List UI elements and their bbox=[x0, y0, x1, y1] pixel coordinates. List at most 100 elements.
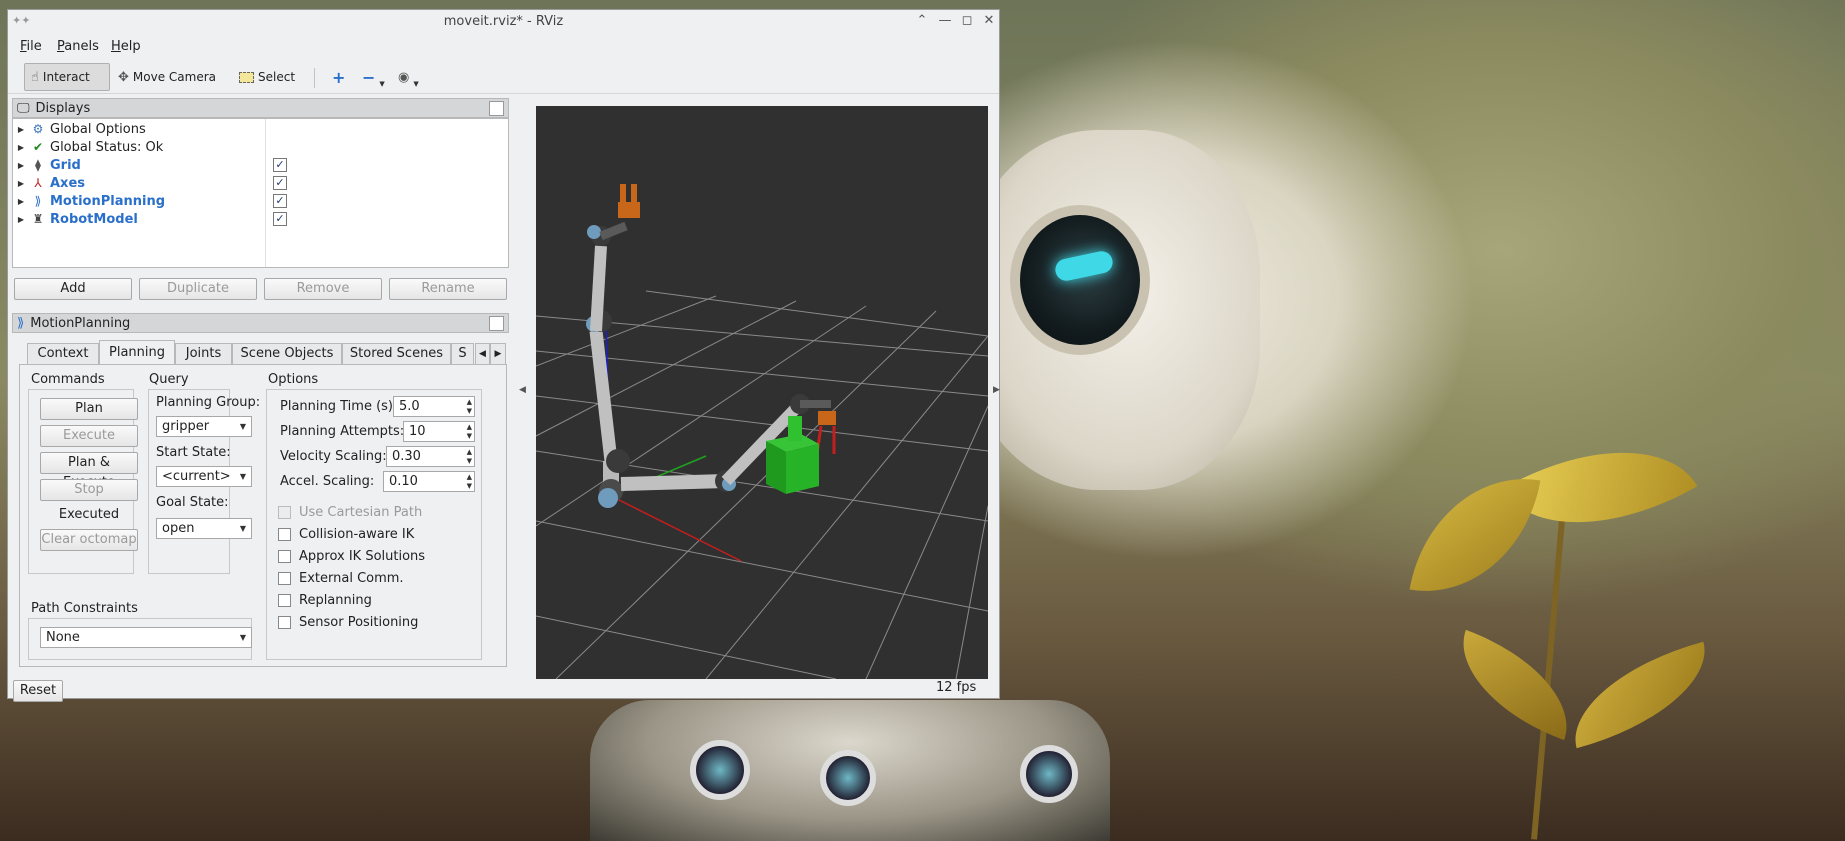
tab-joints[interactable]: Joints bbox=[175, 343, 232, 365]
tab-planning[interactable]: Planning bbox=[99, 340, 175, 365]
checkbox-box[interactable] bbox=[278, 572, 291, 585]
planning-group-select[interactable]: gripper ▼ bbox=[156, 416, 252, 437]
tree-item-axes[interactable]: ▶ ⅄ Axes ✓ bbox=[13, 174, 508, 192]
tree-item-grid[interactable]: ▶ ⧫ Grid ✓ bbox=[13, 156, 508, 174]
motion-planning-enabled-checkbox[interactable]: ✓ bbox=[273, 194, 287, 208]
velocity-scaling-spinbox[interactable]: 0.30 ▲ ▼ bbox=[386, 446, 475, 467]
chevron-down-icon: ▼ bbox=[239, 524, 246, 533]
monitor-icon: 🖵 bbox=[17, 100, 30, 116]
close-button[interactable]: ✕ bbox=[981, 13, 997, 29]
goal-state-label: Goal State: bbox=[156, 495, 229, 510]
plan-button[interactable]: Plan bbox=[40, 398, 138, 420]
dropdown-arrow-icon: ▼ bbox=[379, 80, 385, 88]
approx-ik-solutions-checkbox[interactable]: Approx IK Solutions bbox=[278, 549, 425, 564]
goal-state-value: open bbox=[162, 521, 195, 536]
start-state-select[interactable]: <current> ▼ bbox=[156, 466, 252, 487]
tab-scroll-right-button[interactable]: ▶ bbox=[490, 343, 506, 365]
checkbox-label: Use Cartesian Path bbox=[299, 505, 423, 520]
menu-file[interactable]: File bbox=[20, 39, 42, 54]
expand-arrow-icon[interactable]: ▶ bbox=[13, 197, 29, 206]
eye-icon: ◉ bbox=[398, 69, 410, 85]
robot-model-enabled-checkbox[interactable]: ✓ bbox=[273, 212, 287, 226]
tab-context[interactable]: Context bbox=[27, 343, 99, 365]
menu-help[interactable]: Help bbox=[111, 39, 141, 54]
expand-arrow-icon[interactable]: ▶ bbox=[13, 125, 29, 134]
tree-item-motion-planning[interactable]: ▶ ⟫ MotionPlanning ✓ bbox=[13, 192, 508, 210]
plan-and-execute-button[interactable]: Plan & Execute bbox=[40, 452, 138, 490]
planning-attempts-label: Planning Attempts: bbox=[280, 424, 405, 439]
sensor-positioning-checkbox[interactable]: Sensor Positioning bbox=[278, 615, 418, 630]
select-tool-button[interactable]: Select bbox=[233, 63, 301, 91]
checkbox-box[interactable] bbox=[278, 594, 291, 607]
menu-panels[interactable]: Panels bbox=[57, 39, 99, 54]
wallpaper-robot-light bbox=[690, 740, 750, 800]
expand-arrow-icon[interactable]: ▶ bbox=[13, 143, 29, 152]
interact-tool-button[interactable]: ☝ Interact bbox=[24, 63, 110, 91]
tab-scroll-left-button[interactable]: ◀ bbox=[475, 343, 490, 365]
tab-status-truncated[interactable]: S bbox=[451, 343, 474, 365]
splitter-collapse-left-icon[interactable]: ◀ bbox=[519, 385, 526, 395]
replanning-checkbox[interactable]: Replanning bbox=[278, 593, 372, 608]
minimize-button[interactable]: — bbox=[937, 13, 953, 29]
views-tool-button[interactable]: ◉ ▼ bbox=[392, 63, 425, 91]
expand-arrow-icon[interactable]: ▶ bbox=[13, 179, 29, 188]
toolbar-separator bbox=[314, 68, 315, 88]
start-state-value: <current> bbox=[162, 469, 231, 484]
maximize-button[interactable]: ◻ bbox=[959, 13, 975, 29]
checkbox-box[interactable] bbox=[278, 550, 291, 563]
checkbox-box[interactable] bbox=[278, 528, 291, 541]
velocity-scaling-value: 0.30 bbox=[392, 449, 421, 464]
tree-item-label: RobotModel bbox=[50, 211, 138, 227]
add-display-button[interactable]: Add bbox=[14, 278, 132, 300]
tab-stored-scenes[interactable]: Stored Scenes bbox=[342, 343, 451, 365]
planning-time-value: 5.0 bbox=[399, 399, 420, 414]
wallpaper-leaf bbox=[1441, 629, 1589, 741]
spin-up-down-icon[interactable]: ▲ ▼ bbox=[467, 398, 472, 416]
remove-display-button[interactable]: Remove bbox=[264, 278, 382, 300]
execute-button[interactable]: Execute bbox=[40, 425, 138, 447]
spin-up-down-icon[interactable]: ▲ ▼ bbox=[467, 473, 472, 491]
remove-tool-button[interactable]: − ▼ bbox=[356, 63, 391, 91]
chevron-down-icon: ▼ bbox=[239, 422, 246, 431]
use-cartesian-path-checkbox[interactable]: Use Cartesian Path bbox=[278, 505, 422, 520]
tab-scene-objects[interactable]: Scene Objects bbox=[232, 343, 342, 365]
clear-octomap-button[interactable]: Clear octomap bbox=[40, 529, 138, 551]
tree-item-global-status[interactable]: ▶ ✔ Global Status: Ok bbox=[13, 138, 508, 156]
reset-button[interactable]: Reset bbox=[13, 680, 63, 702]
path-constraints-value: None bbox=[46, 630, 80, 645]
goal-state-select[interactable]: open ▼ bbox=[156, 518, 252, 539]
expand-arrow-icon[interactable]: ▶ bbox=[13, 215, 29, 224]
shade-button[interactable]: ⌃ bbox=[914, 13, 930, 29]
checkbox-label: External Comm. bbox=[299, 571, 404, 586]
rename-display-button[interactable]: Rename bbox=[389, 278, 507, 300]
spin-up-down-icon[interactable]: ▲ ▼ bbox=[467, 423, 472, 441]
motion-planning-tab-bar: Context Planning Joints Scene Objects St… bbox=[19, 340, 509, 365]
planning-attempts-spinbox[interactable]: 10 ▲ ▼ bbox=[403, 421, 475, 442]
chevron-down-icon[interactable]: ▼ bbox=[240, 628, 246, 647]
displays-panel-float-button[interactable] bbox=[489, 101, 504, 116]
minus-icon: − bbox=[362, 67, 376, 87]
axes-enabled-checkbox[interactable]: ✓ bbox=[273, 176, 287, 190]
tree-item-robot-model[interactable]: ▶ ♜ RobotModel ✓ bbox=[13, 210, 508, 228]
spin-up-down-icon[interactable]: ▲ ▼ bbox=[467, 448, 472, 466]
move-camera-tool-button[interactable]: ✥ Move Camera bbox=[112, 63, 222, 91]
checkbox-box[interactable] bbox=[278, 506, 291, 519]
collision-aware-ik-checkbox[interactable]: Collision-aware IK bbox=[278, 527, 414, 542]
stop-button[interactable]: Stop bbox=[40, 479, 138, 501]
path-constraints-select[interactable]: None ▼ bbox=[40, 627, 252, 648]
motion-planning-title: MotionPlanning bbox=[30, 315, 131, 331]
splitter-collapse-right-icon[interactable]: ▶ bbox=[993, 385, 1000, 395]
external-comm-checkbox[interactable]: External Comm. bbox=[278, 571, 404, 586]
3d-render-viewport[interactable] bbox=[536, 106, 988, 679]
grid-icon: ⧫ bbox=[35, 158, 41, 172]
duplicate-display-button[interactable]: Duplicate bbox=[139, 278, 257, 300]
planning-time-spinbox[interactable]: 5.0 ▲ ▼ bbox=[393, 396, 475, 417]
title-bar[interactable]: ✦✦ moveit.rviz* - RViz ⌃ — ◻ ✕ bbox=[8, 10, 999, 34]
tree-item-global-options[interactable]: ▶ ⚙ Global Options bbox=[13, 120, 508, 138]
add-tool-button[interactable]: + bbox=[326, 63, 351, 91]
grid-enabled-checkbox[interactable]: ✓ bbox=[273, 158, 287, 172]
checkbox-box[interactable] bbox=[278, 616, 291, 629]
accel-scaling-spinbox[interactable]: 0.10 ▲ ▼ bbox=[383, 471, 475, 492]
expand-arrow-icon[interactable]: ▶ bbox=[13, 161, 29, 170]
motion-planning-panel-float-button[interactable] bbox=[489, 316, 504, 331]
